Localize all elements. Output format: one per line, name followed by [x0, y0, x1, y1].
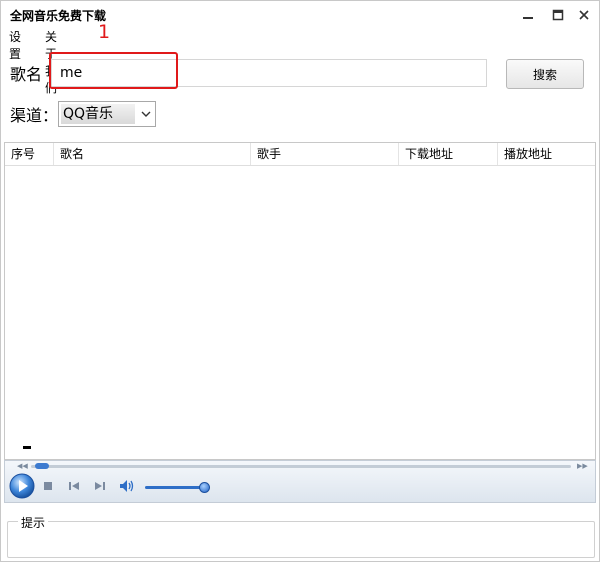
volume-slider[interactable]	[145, 486, 207, 489]
close-button[interactable]	[573, 5, 595, 25]
seek-handle[interactable]	[35, 463, 49, 469]
results-table[interactable]: 序号 歌名 歌手 下载地址 播放地址	[4, 142, 596, 460]
seek-start-icon: ◀◀	[17, 462, 28, 470]
maximize-button[interactable]	[547, 5, 569, 25]
close-icon	[579, 10, 589, 20]
minimize-icon	[523, 17, 533, 19]
next-button[interactable]	[93, 479, 107, 493]
channel-select[interactable]: QQ音乐	[58, 101, 156, 127]
volume-button[interactable]	[118, 478, 136, 494]
play-button[interactable]	[9, 473, 35, 499]
previous-icon	[69, 482, 79, 490]
media-player: ◀◀ ▶▶	[4, 460, 596, 503]
seek-end-icon: ▶▶	[577, 462, 588, 470]
hint-legend: 提示	[18, 514, 49, 531]
table-header: 序号 歌名 歌手 下载地址 播放地址	[5, 143, 595, 166]
column-header-singer[interactable]: 歌手	[251, 143, 399, 165]
step-annotation: 1	[98, 21, 111, 43]
seek-bar[interactable]	[31, 465, 571, 468]
next-icon	[95, 482, 105, 490]
column-header-play-url[interactable]: 播放地址	[498, 143, 595, 165]
channel-label: 渠道：	[10, 106, 59, 125]
title-bar: 全网音乐免费下载	[1, 1, 599, 29]
stop-button[interactable]	[41, 479, 55, 493]
channel-selected-value: QQ音乐	[61, 104, 135, 124]
previous-button[interactable]	[67, 479, 81, 493]
hint-panel: 提示	[7, 514, 595, 558]
maximize-icon	[552, 9, 564, 21]
column-header-download-url[interactable]: 下载地址	[399, 143, 498, 165]
menu-settings[interactable]: 设置	[9, 28, 21, 62]
text-cursor-mark	[23, 446, 31, 449]
stop-icon	[44, 482, 52, 490]
window-title: 全网音乐免费下载	[10, 9, 107, 23]
volume-handle[interactable]	[199, 482, 210, 493]
search-button[interactable]: 搜索	[506, 59, 584, 89]
chevron-down-icon	[141, 111, 151, 117]
column-header-song[interactable]: 歌名	[54, 143, 251, 165]
annotation-highlight-box	[49, 52, 178, 89]
play-icon	[9, 473, 35, 499]
speaker-icon	[120, 480, 134, 492]
song-name-label: 歌名	[10, 65, 43, 84]
app-window: 全网音乐免费下载 设置 关于我们 1 歌名 搜索 渠道： QQ音乐 序号 歌名 …	[0, 0, 600, 562]
column-header-index[interactable]: 序号	[5, 143, 54, 165]
minimize-button[interactable]	[517, 5, 539, 25]
